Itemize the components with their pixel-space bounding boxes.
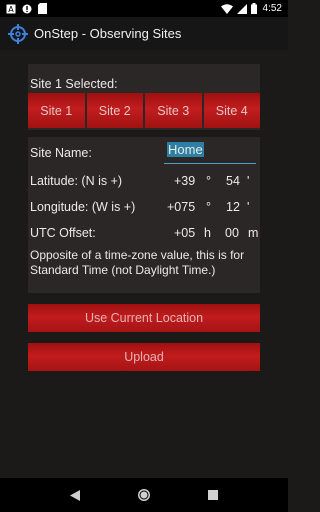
- utc-offset-note: Opposite of a time-zone value, this is f…: [30, 248, 245, 277]
- longitude-degree-unit: °: [206, 200, 211, 214]
- utc-offset-label: UTC Offset:: [30, 226, 96, 240]
- site-3-button[interactable]: Site 3: [145, 93, 202, 128]
- signal-icon: [236, 3, 247, 14]
- utc-offset-hours[interactable]: +05: [174, 226, 195, 240]
- utc-offset-minutes[interactable]: 00: [225, 226, 239, 240]
- utc-minutes-unit: m: [248, 226, 259, 240]
- longitude-minutes[interactable]: 12: [226, 200, 240, 214]
- latitude-degrees[interactable]: +39: [174, 174, 195, 188]
- longitude-minute-unit: ': [247, 200, 250, 214]
- home-icon[interactable]: [132, 483, 156, 507]
- app-bar: OnStep - Observing Sites: [0, 17, 288, 50]
- longitude-label: Longitude: (W is +): [30, 200, 136, 214]
- battery-icon: [250, 3, 257, 14]
- svg-text:A: A: [8, 5, 14, 14]
- site-info-panel: Site Name: Home Latitude: (N is +) +39 °…: [28, 137, 260, 293]
- recents-icon[interactable]: [201, 483, 225, 507]
- notification-a-icon: A: [6, 4, 16, 14]
- longitude-row: Longitude: (W is +) +075 ° 12 ': [28, 197, 260, 217]
- site-selector-panel: Site 1 Selected: Site 1 Site 2 Site 3 Si…: [28, 64, 260, 130]
- site-selected-label: Site 1 Selected:: [30, 77, 118, 91]
- site-tabs: Site 1 Site 2 Site 3 Site 4: [28, 93, 260, 128]
- utc-offset-row: UTC Offset: +05 h 00 m: [28, 223, 260, 243]
- latitude-row: Latitude: (N is +) +39 ° 54 ': [28, 171, 260, 191]
- status-time: 4:52: [262, 3, 282, 14]
- site-name-label: Site Name:: [30, 146, 92, 160]
- app-title: OnStep - Observing Sites: [34, 26, 182, 41]
- status-left: A: [6, 3, 47, 14]
- site-2-button[interactable]: Site 2: [86, 93, 143, 128]
- longitude-degrees[interactable]: +075: [167, 200, 195, 214]
- latitude-degree-unit: °: [206, 174, 211, 188]
- upload-button[interactable]: Upload: [28, 343, 260, 371]
- latitude-minute-unit: ': [247, 174, 250, 188]
- status-right: 4:52: [220, 3, 282, 14]
- sd-card-icon: [38, 3, 47, 14]
- status-bar: A 4:52: [0, 0, 288, 17]
- site-name-input[interactable]: Home: [164, 142, 256, 164]
- latitude-minutes[interactable]: 54: [226, 174, 240, 188]
- back-icon[interactable]: [63, 483, 87, 507]
- site-4-button[interactable]: Site 4: [203, 93, 260, 128]
- system-nav-bar: [0, 478, 288, 512]
- utc-hours-unit: h: [204, 226, 211, 240]
- latitude-label: Latitude: (N is +): [30, 174, 123, 188]
- telescope-reticle-icon: [8, 23, 28, 44]
- site-1-button[interactable]: Site 1: [28, 93, 85, 128]
- use-current-location-button[interactable]: Use Current Location: [28, 304, 260, 332]
- site-name-value: Home: [167, 142, 204, 157]
- wifi-icon: [220, 3, 233, 14]
- site-name-row: Site Name: Home: [28, 142, 260, 164]
- alert-circle-icon: [22, 4, 32, 14]
